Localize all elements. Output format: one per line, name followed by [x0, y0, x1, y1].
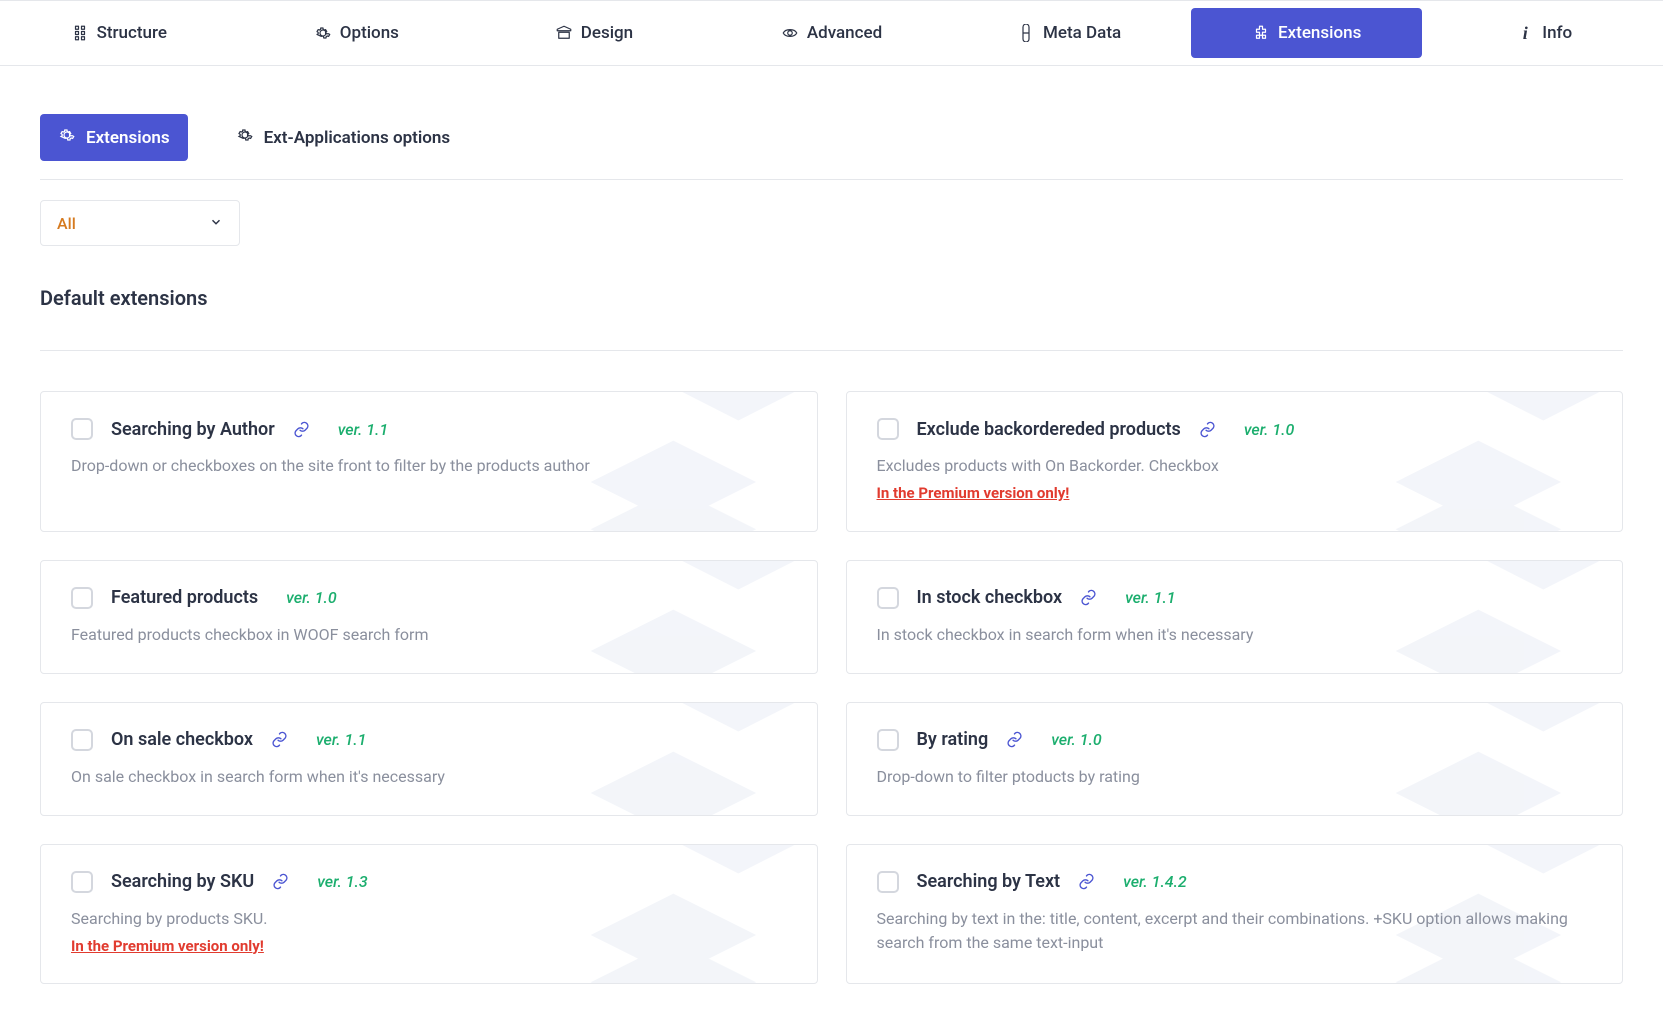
extension-enable-checkbox[interactable]: [71, 871, 93, 893]
premium-notice-link[interactable]: In the Premium version only!: [71, 935, 787, 958]
meta-icon: [1017, 24, 1035, 42]
extension-card: Searching by Textver. 1.4.2Searching by …: [846, 844, 1624, 985]
extension-version: ver. 1.4.2: [1123, 872, 1187, 891]
tab-label: Meta Data: [1043, 23, 1121, 43]
card-header-row: Searching by Author ver. 1.1: [71, 418, 787, 440]
subtab-extensions[interactable]: Extensions: [40, 114, 188, 161]
extension-card: In stock checkboxver. 1.1In stock checkb…: [846, 560, 1624, 674]
extensions-icon: [1252, 24, 1270, 42]
extension-version: ver. 1.1: [338, 420, 389, 439]
card-header-row: Searching by SKU ver. 1.3: [71, 871, 787, 893]
extension-title: Searching by Text: [917, 871, 1061, 892]
tab-label: Advanced: [807, 23, 882, 43]
extension-enable-checkbox[interactable]: [71, 587, 93, 609]
gear-icon: [58, 126, 76, 149]
extension-description: In stock checkbox in search form when it…: [877, 623, 1593, 647]
decoration: [1322, 560, 1623, 674]
decoration: [517, 560, 818, 674]
extension-title: Featured products: [111, 587, 258, 608]
extension-description: On sale checkbox in search form when it'…: [71, 765, 787, 789]
card-header-row: By rating ver. 1.0: [877, 729, 1593, 751]
tab-structure[interactable]: Structure: [3, 8, 235, 58]
link-icon[interactable]: [1199, 421, 1216, 438]
extension-title: Exclude backordereded products: [917, 419, 1181, 440]
decoration: [517, 702, 818, 816]
tab-design[interactable]: Design: [478, 8, 710, 58]
extension-title: In stock checkbox: [917, 587, 1063, 608]
extension-card: Featured productsver. 1.0Featured produc…: [40, 560, 818, 674]
tab-label: Extensions: [1278, 23, 1361, 43]
extension-title: On sale checkbox: [111, 729, 253, 750]
tab-label: Structure: [97, 23, 167, 43]
extension-card: Searching by SKU ver. 1.3 Searching by pro…: [40, 844, 818, 985]
extension-card: By rating ver. 1.0 Drop-down to filter pto…: [846, 702, 1624, 816]
extension-card: Exclude backordereded productsver. 1.0Ex…: [846, 391, 1624, 532]
extension-title: Searching by SKU: [111, 871, 254, 892]
extension-title: By rating: [917, 729, 989, 750]
extension-description: Drop-down to filter ptoducts by rating: [877, 765, 1593, 789]
tab-label: Options: [340, 23, 399, 43]
tab-options[interactable]: Options: [241, 8, 473, 58]
extension-enable-checkbox[interactable]: [877, 587, 899, 609]
sub-tab-bar: Extensions Ext-Applications options: [40, 66, 1623, 180]
subtab-label: Extensions: [86, 128, 170, 148]
filter-selected-value: All: [57, 214, 76, 233]
card-header-row: On sale checkbox ver. 1.1: [71, 729, 787, 751]
link-icon[interactable]: [272, 873, 289, 890]
tab-advanced[interactable]: Advanced: [716, 8, 948, 58]
advanced-icon: [781, 24, 799, 42]
category-filter-select[interactable]: All: [40, 200, 240, 246]
decoration: [1322, 702, 1623, 816]
extension-card: On sale checkboxver. 1.1On sale checkbox…: [40, 702, 818, 816]
extension-enable-checkbox[interactable]: [71, 729, 93, 751]
extension-enable-checkbox[interactable]: [877, 729, 899, 751]
card-header-row: Featured products ver. 1.0: [71, 587, 787, 609]
extension-enable-checkbox[interactable]: [877, 418, 899, 440]
extensions-grid: Searching by Author ver. 1.1 Drop-down or …: [40, 351, 1623, 984]
main-tab-bar: Structure Options Design Advanced Meta Data E…: [0, 0, 1663, 66]
extension-version: ver. 1.0: [1051, 730, 1102, 749]
tab-meta-data[interactable]: Meta Data: [953, 8, 1185, 58]
extension-description: Featured products checkbox in WOOF searc…: [71, 623, 787, 647]
card-header-row: Exclude backordereded products ver. 1.0: [877, 418, 1593, 440]
card-header-row: Searching by Text ver. 1.4.2: [877, 871, 1593, 893]
subtab-label: Ext-Applications options: [264, 128, 451, 148]
filter-row: All: [40, 180, 1623, 286]
tab-info[interactable]: i Info: [1428, 8, 1660, 58]
chevron-down-icon: [209, 214, 223, 233]
extension-description: Searching by products SKU.In the Premium…: [71, 907, 787, 958]
extension-title: Searching by Author: [111, 419, 275, 440]
extension-version: ver. 1.0: [1244, 420, 1295, 439]
extension-enable-checkbox[interactable]: [71, 418, 93, 440]
link-icon[interactable]: [1080, 589, 1097, 606]
subtab-ext-applications-options[interactable]: Ext-Applications options: [218, 114, 469, 161]
extension-version: ver. 1.1: [316, 730, 367, 749]
extension-card: Searching by Author ver. 1.1 Drop-down or …: [40, 391, 818, 532]
link-icon[interactable]: [1006, 731, 1023, 748]
design-icon: [555, 24, 573, 42]
gear-icon: [314, 24, 332, 42]
link-icon[interactable]: [1078, 873, 1095, 890]
section-title: Default extensions: [40, 286, 1623, 351]
extension-description: Searching by text in the: title, content…: [877, 907, 1593, 955]
structure-icon: [71, 24, 89, 42]
extension-description: Excludes products with On Backorder. Che…: [877, 454, 1593, 505]
card-header-row: In stock checkbox ver. 1.1: [877, 587, 1593, 609]
tab-label: Design: [581, 23, 633, 43]
info-icon: i: [1516, 24, 1534, 42]
tab-extensions[interactable]: Extensions: [1191, 8, 1423, 58]
tab-label: Info: [1542, 23, 1572, 43]
extension-version: ver. 1.0: [286, 588, 337, 607]
extension-description: Drop-down or checkboxes on the site fron…: [71, 454, 787, 478]
premium-notice-link[interactable]: In the Premium version only!: [877, 482, 1593, 505]
gear-icon: [236, 126, 254, 149]
link-icon[interactable]: [293, 421, 310, 438]
link-icon[interactable]: [271, 731, 288, 748]
extension-version: ver. 1.3: [317, 872, 368, 891]
extension-enable-checkbox[interactable]: [877, 871, 899, 893]
extension-version: ver. 1.1: [1125, 588, 1176, 607]
